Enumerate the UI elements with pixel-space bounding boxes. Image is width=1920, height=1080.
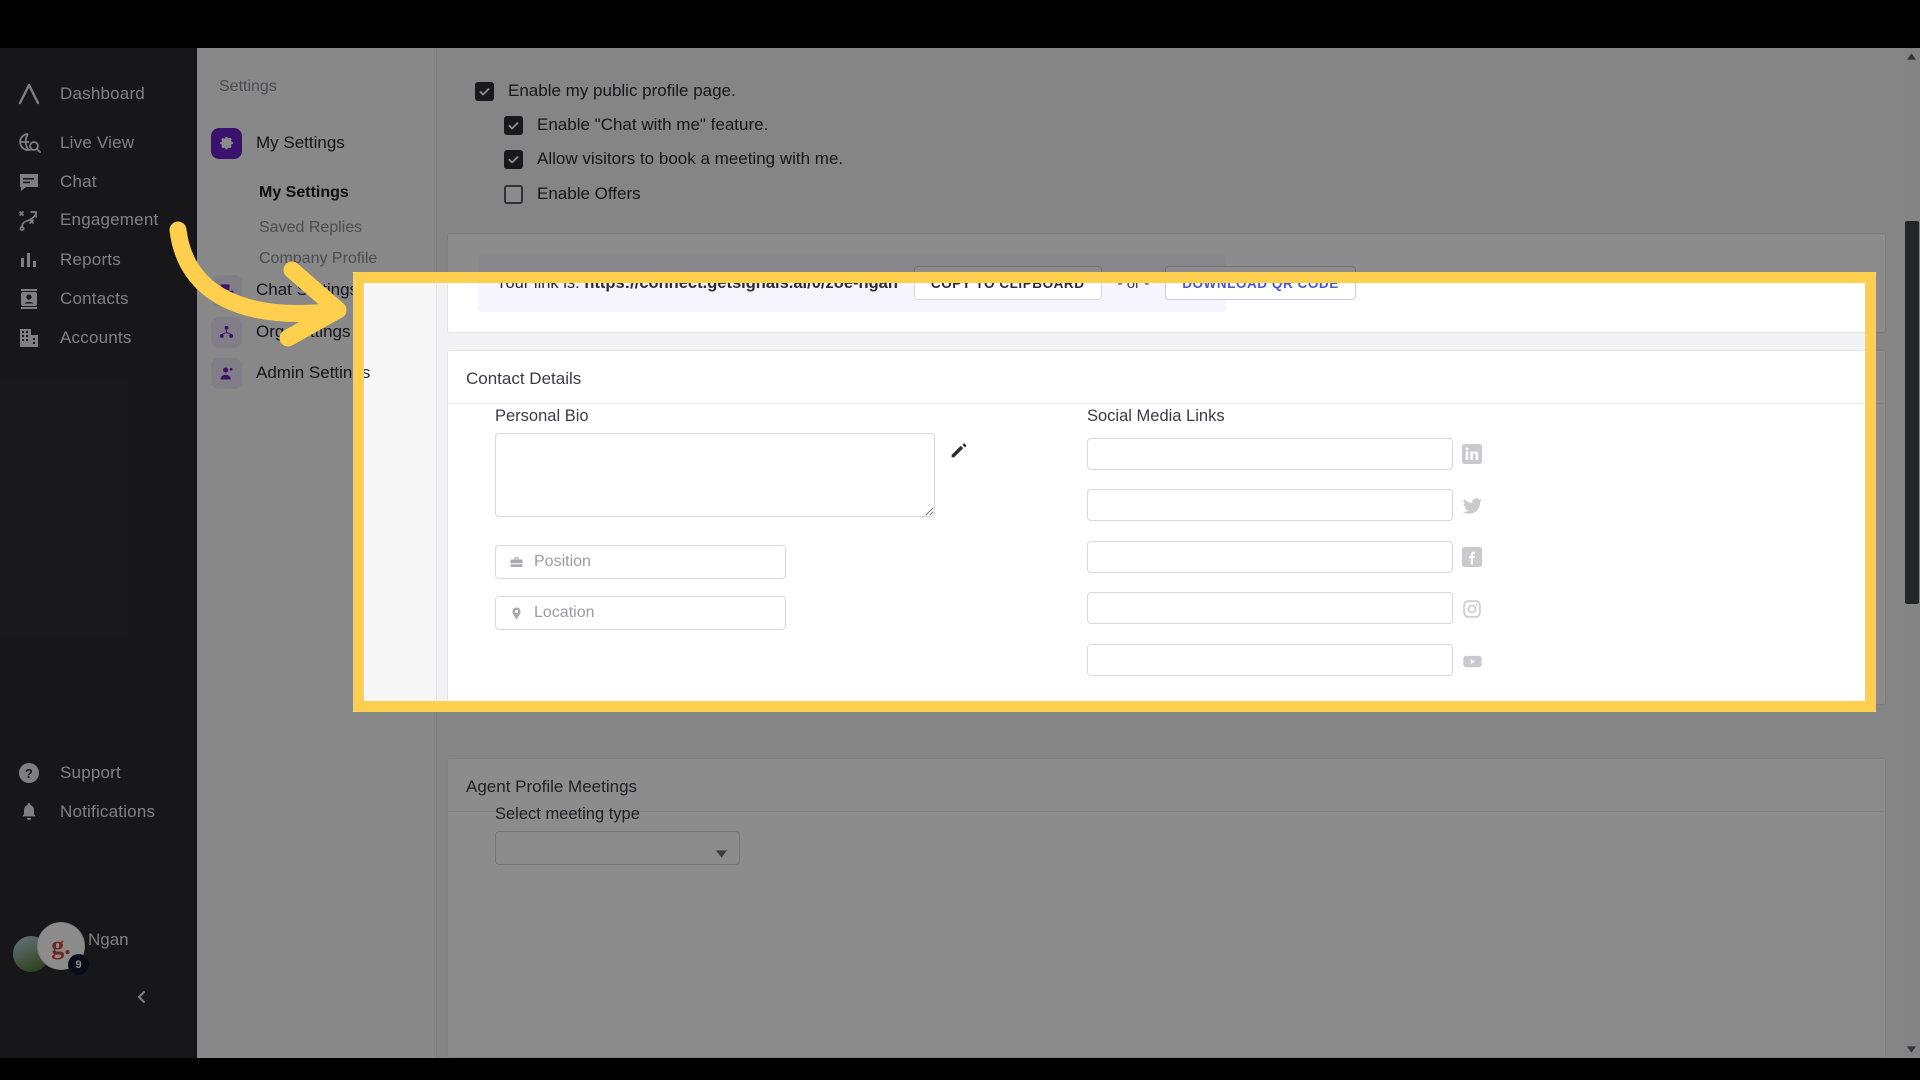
toggle-label: Enable Offers [537, 184, 641, 203]
pencil-icon[interactable] [948, 439, 970, 461]
chat-settings-icon [211, 274, 242, 306]
social-input-instagram[interactable] [1087, 592, 1453, 624]
toggle-label: Enable my public profile page. [508, 81, 736, 100]
settings-group-label: My Settings [256, 133, 345, 152]
vertical-scrollbar[interactable] [1903, 48, 1920, 1058]
profile-link-banner: Your link is: https://connect.getsignals… [478, 254, 1356, 312]
toggle-label: Allow visitors to book a meeting with me… [537, 149, 844, 168]
twitter-icon [1461, 495, 1483, 517]
scroll-up-arrow-icon[interactable] [1903, 48, 1920, 65]
checkbox-checked-icon[interactable] [475, 81, 494, 101]
globe-search-icon [14, 128, 44, 158]
position-field[interactable]: Position [495, 545, 786, 579]
chevron-logo-icon [14, 79, 44, 109]
building-icon [14, 323, 44, 353]
briefcase-icon [508, 554, 524, 570]
sidebar-item-label: Reports [60, 250, 121, 269]
chevron-down-icon [716, 845, 727, 863]
personal-bio-textarea[interactable] [495, 433, 935, 517]
org-settings-icon [211, 316, 242, 348]
meeting-type-select[interactable] [495, 831, 740, 865]
sidebar-item-label: Notifications [60, 802, 156, 821]
svg-text:?: ? [25, 766, 33, 781]
toggle-public-profile[interactable]: Enable my public profile page. [475, 81, 736, 101]
contact-details-title: Contact Details [448, 351, 1885, 404]
browser-viewport: Dashboard Live View Chat Engagement Repo… [0, 48, 1920, 1058]
profile-link-card: Your link is: https://connect.getsignals… [447, 233, 1886, 333]
sidebar-item-dashboard[interactable]: Dashboard [0, 70, 197, 118]
agent-profile-meetings-title: Agent Profile Meetings [448, 759, 1885, 812]
scroll-down-arrow-icon[interactable] [1903, 1041, 1920, 1058]
contact-card-icon [14, 284, 44, 314]
settings-subitem-label: Saved Replies [259, 219, 363, 236]
map-pin-icon [508, 605, 524, 621]
toggle-label: Enable "Chat with me" feature. [537, 115, 769, 134]
settings-group-org-settings[interactable]: Org Settings [211, 312, 423, 352]
profile-link-url: https://connect.getsignals.ai/0/zoe-ngan [584, 273, 898, 292]
checkbox-checked-icon[interactable] [504, 115, 523, 135]
social-input-facebook[interactable] [1087, 541, 1453, 573]
settings-sidebar-title: Settings [219, 78, 277, 95]
settings-subitem-label: My Settings [259, 184, 349, 201]
settings-group-label: Org Settings [256, 322, 351, 341]
sidebar-item-label: Chat [60, 172, 97, 191]
sidebar-item-label: Engagement [60, 210, 159, 229]
contact-details-card: Contact Details Personal Bio Position Lo… [447, 350, 1886, 705]
social-input-linkedin[interactable] [1087, 438, 1453, 470]
sidebar-item-label: Contacts [60, 289, 129, 308]
settings-group-label: Chat Settings [256, 280, 359, 299]
youtube-icon [1461, 650, 1483, 672]
chat-bubble-icon [14, 167, 44, 197]
bell-icon [14, 797, 44, 827]
scrollbar-thumb[interactable] [1905, 221, 1919, 604]
notification-count-badge: 9 [68, 954, 89, 975]
checkbox-unchecked-icon[interactable] [504, 184, 523, 204]
instagram-icon [1461, 598, 1483, 620]
position-placeholder: Position [534, 553, 591, 570]
settings-main-panel: Enable my public profile page. Enable "C… [437, 48, 1920, 1058]
sidebar-item-label: Accounts [60, 328, 132, 347]
sidebar-item-accounts[interactable]: Accounts [0, 314, 197, 362]
bar-chart-icon [14, 245, 44, 275]
location-placeholder: Location [534, 604, 595, 621]
linkedin-icon [1461, 443, 1483, 465]
settings-subitem-saved-replies[interactable]: Saved Replies [259, 213, 429, 243]
toggle-chat-with-me[interactable]: Enable "Chat with me" feature. [504, 115, 768, 135]
settings-sidebar: Settings My Settings My Settings Saved R… [197, 48, 437, 1058]
help-circle-icon: ? [14, 758, 44, 788]
settings-group-chat-settings[interactable]: Chat Settings [211, 270, 423, 310]
gear-icon [211, 127, 242, 159]
location-field[interactable]: Location [495, 596, 786, 630]
settings-group-my-settings[interactable]: My Settings [211, 123, 423, 163]
personal-bio-label: Personal Bio [495, 407, 589, 425]
collapse-sidebar-button[interactable] [128, 983, 156, 1011]
social-input-twitter[interactable] [1087, 489, 1453, 521]
checkbox-checked-icon[interactable] [504, 149, 523, 169]
social-input-youtube[interactable] [1087, 644, 1453, 676]
primary-sidebar: Dashboard Live View Chat Engagement Repo… [0, 48, 197, 1058]
settings-group-label: Admin Settings [256, 363, 371, 382]
admin-settings-icon [211, 357, 242, 389]
engagement-path-icon [14, 205, 44, 235]
select-meeting-type-label: Select meeting type [495, 805, 640, 823]
settings-subitem-label: Company Profile [259, 250, 378, 267]
sidebar-item-label: Live View [60, 133, 135, 152]
settings-subitem-my-settings[interactable]: My Settings [259, 178, 429, 208]
profile-link-prefix: Your link is: [496, 273, 585, 292]
sidebar-item-label: Support [60, 763, 121, 782]
profile-link-text: Your link is: https://connect.getsignals… [496, 274, 898, 293]
settings-group-admin-settings[interactable]: Admin Settings [211, 353, 423, 393]
toggle-enable-offers[interactable]: Enable Offers [504, 184, 641, 204]
agent-profile-meetings-card: Agent Profile Meetings Select meeting ty… [447, 758, 1886, 1058]
sidebar-item-label: Dashboard [60, 84, 145, 103]
sidebar-item-notifications[interactable]: Notifications [0, 788, 197, 836]
facebook-icon [1461, 546, 1483, 568]
or-separator: - or - [1117, 274, 1150, 292]
copy-to-clipboard-button[interactable]: COPY TO CLIPBOARD [913, 266, 1102, 300]
user-name[interactable]: Ngan [88, 930, 129, 950]
social-media-links-label: Social Media Links [1087, 407, 1225, 425]
download-qr-code-button[interactable]: DOWNLOAD QR CODE [1165, 266, 1356, 300]
toggle-book-meeting[interactable]: Allow visitors to book a meeting with me… [504, 149, 843, 169]
